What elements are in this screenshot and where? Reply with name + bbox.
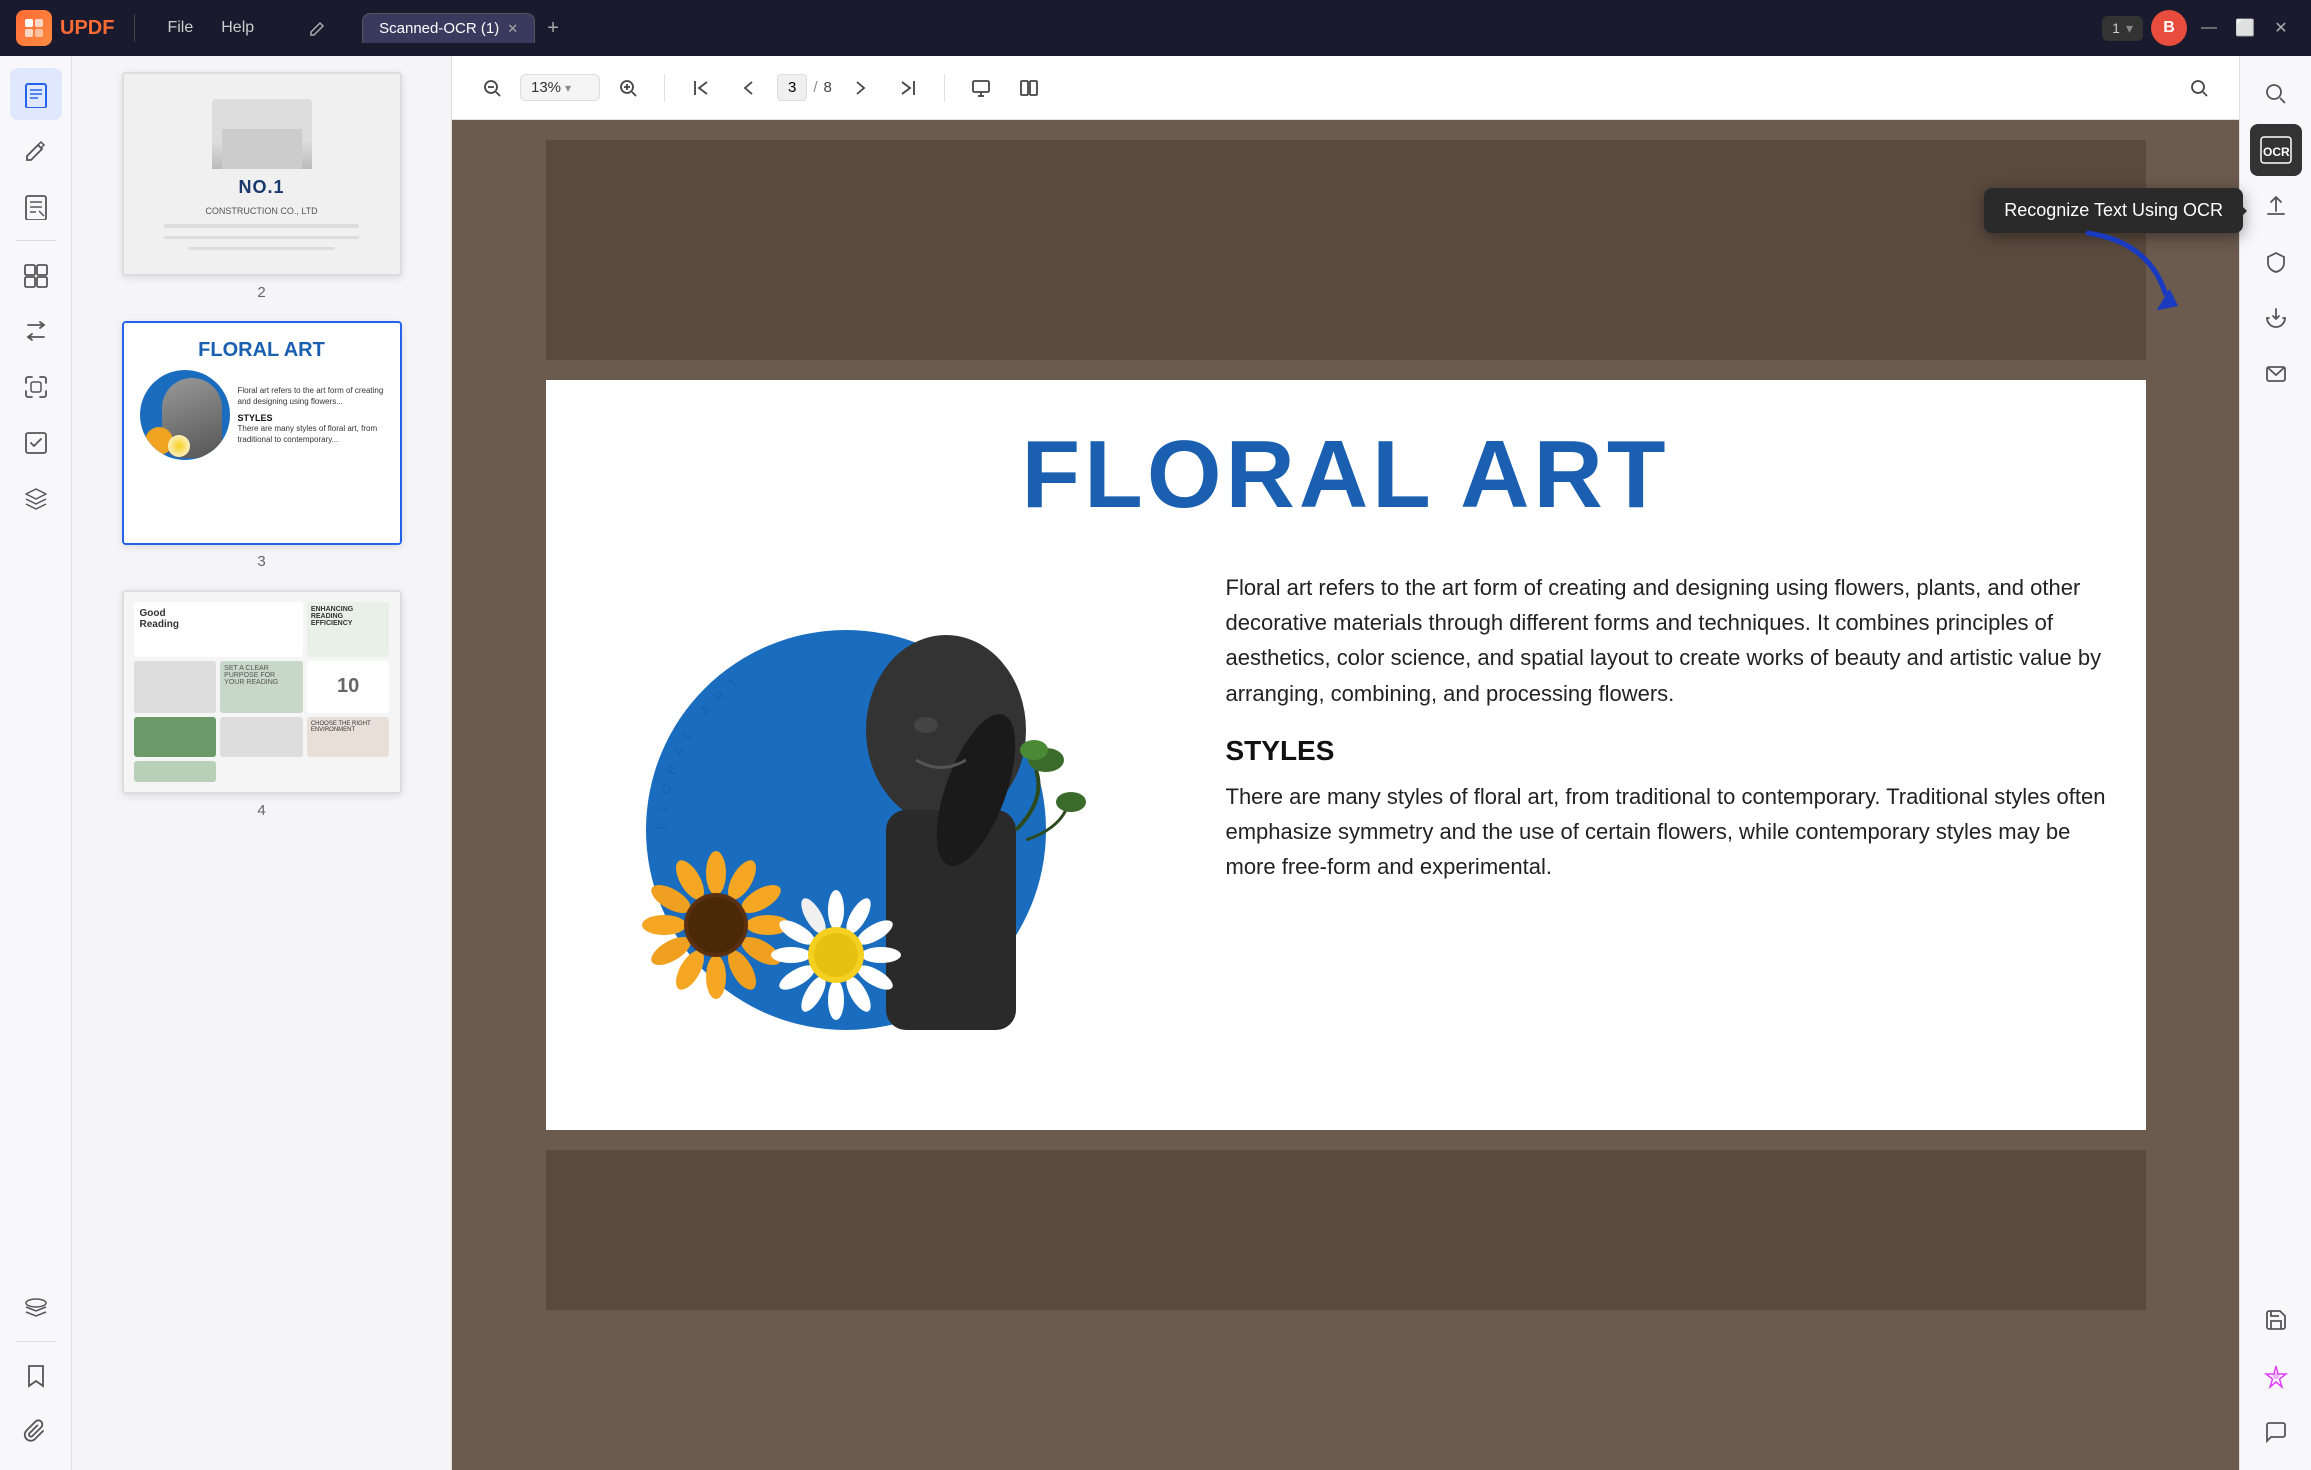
thumbnail-page-2[interactable]: NO.1 CONSTRUCTION CO., LTD 2 (84, 72, 439, 301)
columns-btn[interactable] (1009, 68, 1049, 108)
tabs-area: Scanned-OCR (1) ✕ + (362, 13, 2090, 43)
main-layout: NO.1 CONSTRUCTION CO., LTD 2 FLORAL ART (0, 56, 2311, 1470)
sidebar-icon-edit[interactable] (10, 180, 62, 232)
thumbnail-panel: NO.1 CONSTRUCTION CO., LTD 2 FLORAL ART (72, 56, 452, 1470)
page-nav-control[interactable]: 1 ▾ (2102, 16, 2143, 41)
share-btn[interactable] (2250, 180, 2302, 232)
title-bar-controls: 1 ▾ B — ⬜ ✕ (2102, 10, 2295, 46)
maximize-btn[interactable]: ⬜ (2231, 14, 2259, 42)
pdf-page-main: FLORAL ART FLOR (546, 380, 2146, 1130)
sidebar-icon-convert[interactable] (10, 305, 62, 357)
left-sidebar (0, 56, 72, 1470)
tab-title: Scanned-OCR (1) (379, 20, 499, 37)
sidebar-icon-attach[interactable] (10, 1406, 62, 1458)
sidebar-icon-form[interactable] (10, 417, 62, 469)
sidebar-icon-organize[interactable] (10, 249, 62, 301)
zoom-dropdown-icon: ▾ (565, 81, 571, 95)
next-page-btn[interactable] (840, 68, 880, 108)
thumbnail-4-num: 4 (257, 802, 265, 819)
minimize-btn[interactable]: — (2195, 14, 2223, 42)
ai-btn[interactable] (2250, 1350, 2302, 1402)
styles-text: There are many styles of floral art, fro… (1226, 779, 2106, 885)
presentation-btn[interactable] (961, 68, 1001, 108)
protect-btn[interactable] (2250, 236, 2302, 288)
prev-page-btn[interactable] (729, 68, 769, 108)
thumbnail-2-num: 2 (257, 284, 265, 301)
zoom-out-btn[interactable] (472, 68, 512, 108)
thumbnail-3-img: FLORAL ART Floral art refers to the art … (122, 321, 402, 545)
sidebar-icon-compress[interactable] (10, 361, 62, 413)
last-page-btn[interactable] (888, 68, 928, 108)
divider (16, 240, 56, 241)
toolbar-right (2179, 68, 2219, 108)
comment-btn[interactable] (2250, 1406, 2302, 1458)
close-btn[interactable]: ✕ (2267, 14, 2295, 42)
search-btn[interactable] (2179, 68, 2219, 108)
thumbnail-4-img: GoodReading ENHANCINGREADINGEFFICIENCY S… (122, 590, 402, 794)
content-wrapper: 13% ▾ 3 / 8 (452, 56, 2239, 1470)
tab-edit-icon (302, 12, 334, 44)
zoom-level: 13% (531, 79, 561, 96)
toolbar: 13% ▾ 3 / 8 (452, 56, 2239, 120)
zoom-in-btn[interactable] (608, 68, 648, 108)
sep2 (944, 74, 945, 102)
floral-description: Floral art refers to the art form of cre… (1226, 570, 2106, 711)
sidebar-icon-annotate[interactable] (10, 124, 62, 176)
save-btn[interactable] (2250, 1294, 2302, 1346)
current-page[interactable]: 3 (777, 74, 807, 101)
total-pages: 8 (824, 79, 832, 96)
right-search-btn[interactable] (2250, 68, 2302, 120)
floral-image: FLORAL ART (586, 570, 1186, 1090)
floral-text: Floral art refers to the art form of cre… (1226, 570, 2106, 908)
divider (134, 14, 135, 42)
email-btn[interactable] (2250, 348, 2302, 400)
sidebar-icon-bookmark[interactable] (10, 1350, 62, 1402)
tab-close-btn[interactable]: ✕ (507, 21, 518, 37)
first-page-btn[interactable] (681, 68, 721, 108)
add-tab-btn[interactable]: + (539, 14, 567, 42)
floral-content: FLORAL ART (586, 570, 2106, 1090)
thumbnail-2-img: NO.1 CONSTRUCTION CO., LTD (122, 72, 402, 276)
thumbnail-3-num: 3 (257, 553, 265, 570)
styles-heading: STYLES (1226, 735, 2106, 767)
tab-scanned-ocr[interactable]: Scanned-OCR (1) ✕ (362, 13, 535, 43)
page-selector-value: 1 (2112, 20, 2120, 36)
sidebar-icon-read[interactable] (10, 68, 62, 120)
sidebar-icon-layers[interactable] (10, 473, 62, 525)
page-top-strip (546, 140, 2146, 360)
thumbnail-page-4[interactable]: GoodReading ENHANCINGREADINGEFFICIENCY S… (84, 590, 439, 819)
page-bottom-strip (546, 1150, 2146, 1310)
page-dropdown-icon: ▾ (2126, 20, 2133, 37)
divider (16, 1341, 56, 1342)
svg-text:FLORAL ART: FLORAL ART (653, 669, 749, 830)
ocr-arrow (2071, 216, 2191, 341)
user-avatar[interactable]: B (2151, 10, 2187, 46)
app-logo: UPDF (16, 10, 114, 46)
right-sidebar: OCR (2239, 56, 2311, 1470)
help-menu[interactable]: Help (209, 13, 266, 43)
app-name: UPDF (60, 17, 114, 40)
thumbnail-page-3[interactable]: FLORAL ART Floral art refers to the art … (84, 321, 439, 570)
file-menu[interactable]: File (155, 13, 205, 43)
menu-bar: File Help (155, 13, 266, 43)
pdf-canvas[interactable]: FLORAL ART FLOR (452, 120, 2239, 1470)
export-btn[interactable] (2250, 292, 2302, 344)
ocr-btn[interactable]: OCR (2250, 124, 2302, 176)
svg-text:OCR: OCR (2263, 145, 2290, 159)
logo-icon (16, 10, 52, 46)
title-bar: UPDF File Help Scanned-OCR (1) ✕ + 1 ▾ B… (0, 0, 2311, 56)
page-sep: / (813, 79, 817, 96)
sep1 (664, 74, 665, 102)
sidebar-icon-layers2[interactable] (10, 1281, 62, 1333)
floral-title: FLORAL ART (586, 420, 2106, 530)
zoom-display[interactable]: 13% ▾ (520, 74, 600, 101)
page-indicator: 3 / 8 (777, 74, 832, 101)
